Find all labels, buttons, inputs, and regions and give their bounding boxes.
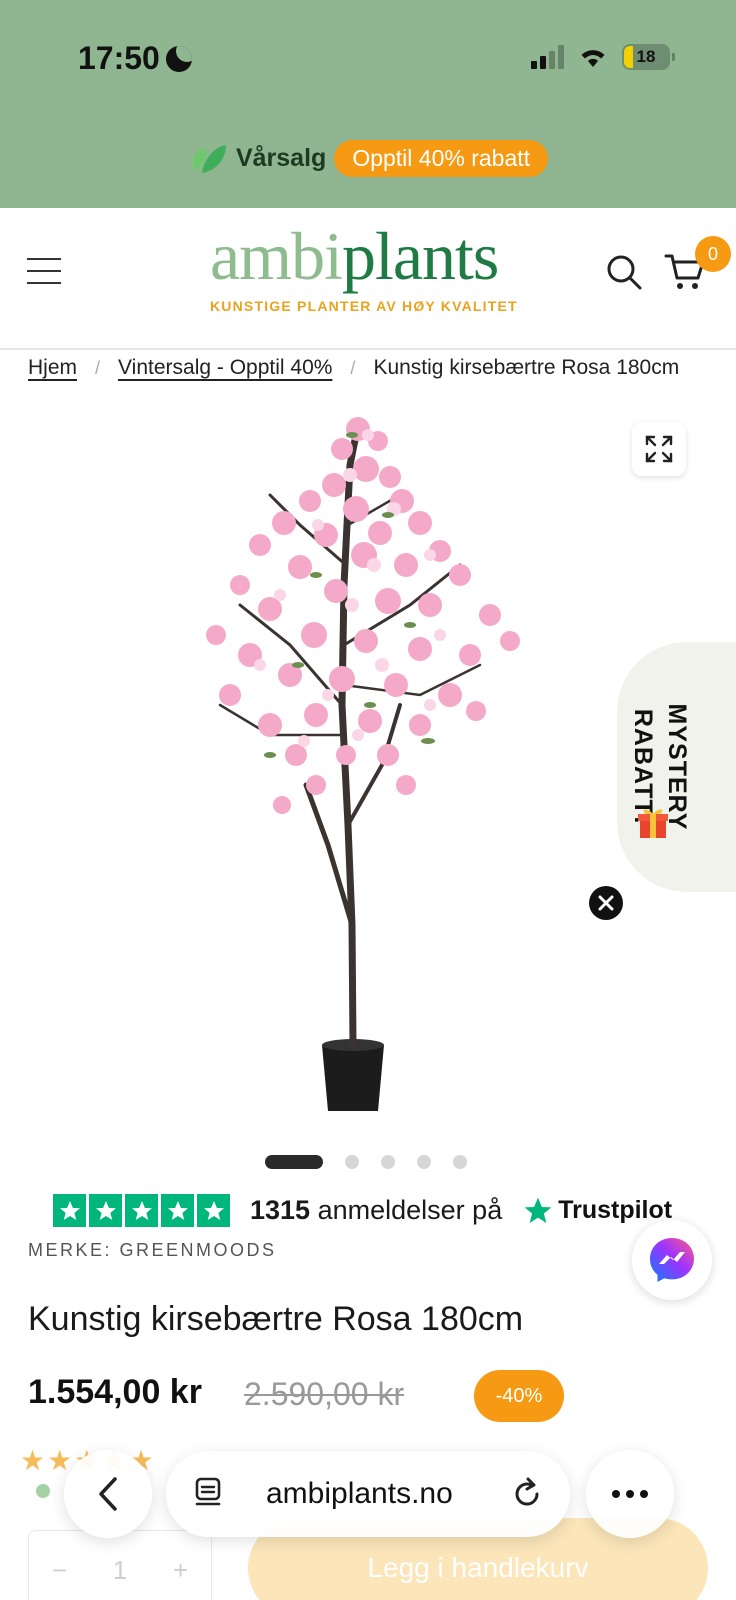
tabs-icon[interactable] xyxy=(194,1477,224,1509)
gallery-dot[interactable] xyxy=(265,1155,323,1169)
trustpilot-star-icon xyxy=(524,1197,552,1223)
product-brand: MERKE: GREENMOODS xyxy=(28,1240,277,1260)
product-image[interactable] xyxy=(120,405,620,1135)
gallery-dot[interactable] xyxy=(453,1155,467,1169)
gallery-pagination xyxy=(265,1155,467,1169)
url-text: ambiplants.no xyxy=(266,1477,453,1510)
gift-icon xyxy=(638,809,668,838)
star-icon: ★ xyxy=(20,1445,46,1476)
review-count: 1315 xyxy=(250,1195,311,1225)
trustpilot-brand: Trustpilot xyxy=(558,1196,673,1224)
trustpilot-stars xyxy=(53,1194,230,1227)
review-text: anmeldelser på xyxy=(317,1195,503,1225)
search-icon[interactable] xyxy=(606,254,642,290)
breadcrumb-current: Kunstig kirsebærtre Rosa 180cm xyxy=(373,356,680,379)
trustpilot-logo: Trustpilot xyxy=(522,1195,672,1227)
expand-image-button[interactable] xyxy=(632,422,686,476)
messenger-chat-button[interactable] xyxy=(632,1220,712,1300)
breadcrumb-category-link[interactable]: Vintersalg - Opptil 40% xyxy=(118,356,332,380)
more-dot xyxy=(640,1490,648,1498)
messenger-icon xyxy=(650,1238,694,1282)
chevron-left-icon xyxy=(99,1477,117,1511)
trustpilot-widget[interactable]: 1315 anmeldelser på Trustpilot xyxy=(53,1194,672,1227)
cart-count-badge[interactable]: 0 xyxy=(695,236,731,272)
close-mystery-button[interactable] xyxy=(589,886,623,920)
star-icon xyxy=(125,1194,158,1227)
stock-indicator xyxy=(36,1484,50,1498)
breadcrumb-home-link[interactable]: Hjem xyxy=(28,356,77,380)
trustpilot-text: 1315 anmeldelser på xyxy=(250,1195,502,1226)
status-time-text: 17:50 xyxy=(78,40,160,76)
battery-level: 18 xyxy=(636,47,656,66)
star-icon xyxy=(89,1194,122,1227)
gallery-dot[interactable] xyxy=(345,1155,359,1169)
battery-icon: 18 xyxy=(622,44,675,70)
expand-icon xyxy=(645,435,673,463)
close-icon xyxy=(598,895,614,911)
browser-more-button[interactable] xyxy=(586,1450,674,1538)
site-header: ambiplants KUNSTIGE PLANTER AV HØY KVALI… xyxy=(0,208,736,350)
promo-banner[interactable]: Vårsalg Opptil 40% rabatt xyxy=(0,140,736,177)
wifi-icon xyxy=(581,50,605,67)
product-title: Kunstig kirsebærtre Rosa 180cm xyxy=(28,1300,524,1338)
menu-button[interactable] xyxy=(27,258,61,284)
product-old-price: 2.590,00 kr xyxy=(244,1376,405,1412)
logo-part-ambi: ambi xyxy=(210,218,343,294)
reload-icon[interactable] xyxy=(510,1477,544,1511)
moon-icon xyxy=(165,45,192,72)
logo-part-plants: plants xyxy=(341,218,499,294)
breadcrumb: Hjem / Vintersalg - Opptil 40% / Kunstig… xyxy=(28,352,736,384)
browser-address-bar[interactable]: ambiplants.no xyxy=(166,1451,570,1537)
star-icon xyxy=(53,1194,86,1227)
browser-back-button[interactable] xyxy=(64,1450,152,1538)
quantity-stepper[interactable]: − 1 + xyxy=(28,1530,212,1600)
discount-badge: -40% xyxy=(474,1370,564,1422)
quantity-value[interactable]: 1 xyxy=(113,1555,127,1586)
promo-label: Vårsalg xyxy=(235,144,327,172)
status-time: 17:50 xyxy=(78,40,192,77)
breadcrumb-separator: / xyxy=(95,357,101,378)
product-price: 1.554,00 kr xyxy=(28,1373,202,1411)
decrease-quantity-button[interactable]: − xyxy=(52,1555,67,1586)
status-icons: 18 xyxy=(531,44,675,70)
cellular-signal-icon xyxy=(531,45,564,69)
breadcrumb-separator: / xyxy=(350,357,356,378)
more-dot xyxy=(612,1490,620,1498)
gallery-dot[interactable] xyxy=(381,1155,395,1169)
increase-quantity-button[interactable]: + xyxy=(173,1555,188,1586)
star-icon xyxy=(161,1194,194,1227)
logo-tagline: KUNSTIGE PLANTER AV HØY KVALITET xyxy=(210,298,518,314)
leaf-icon xyxy=(192,144,226,173)
star-icon xyxy=(197,1194,230,1227)
logo[interactable]: ambiplants KUNSTIGE PLANTER AV HØY KVALI… xyxy=(210,222,518,314)
promo-pill[interactable]: Opptil 40% rabatt xyxy=(334,140,549,177)
more-dot xyxy=(626,1490,634,1498)
gallery-dot[interactable] xyxy=(417,1155,431,1169)
